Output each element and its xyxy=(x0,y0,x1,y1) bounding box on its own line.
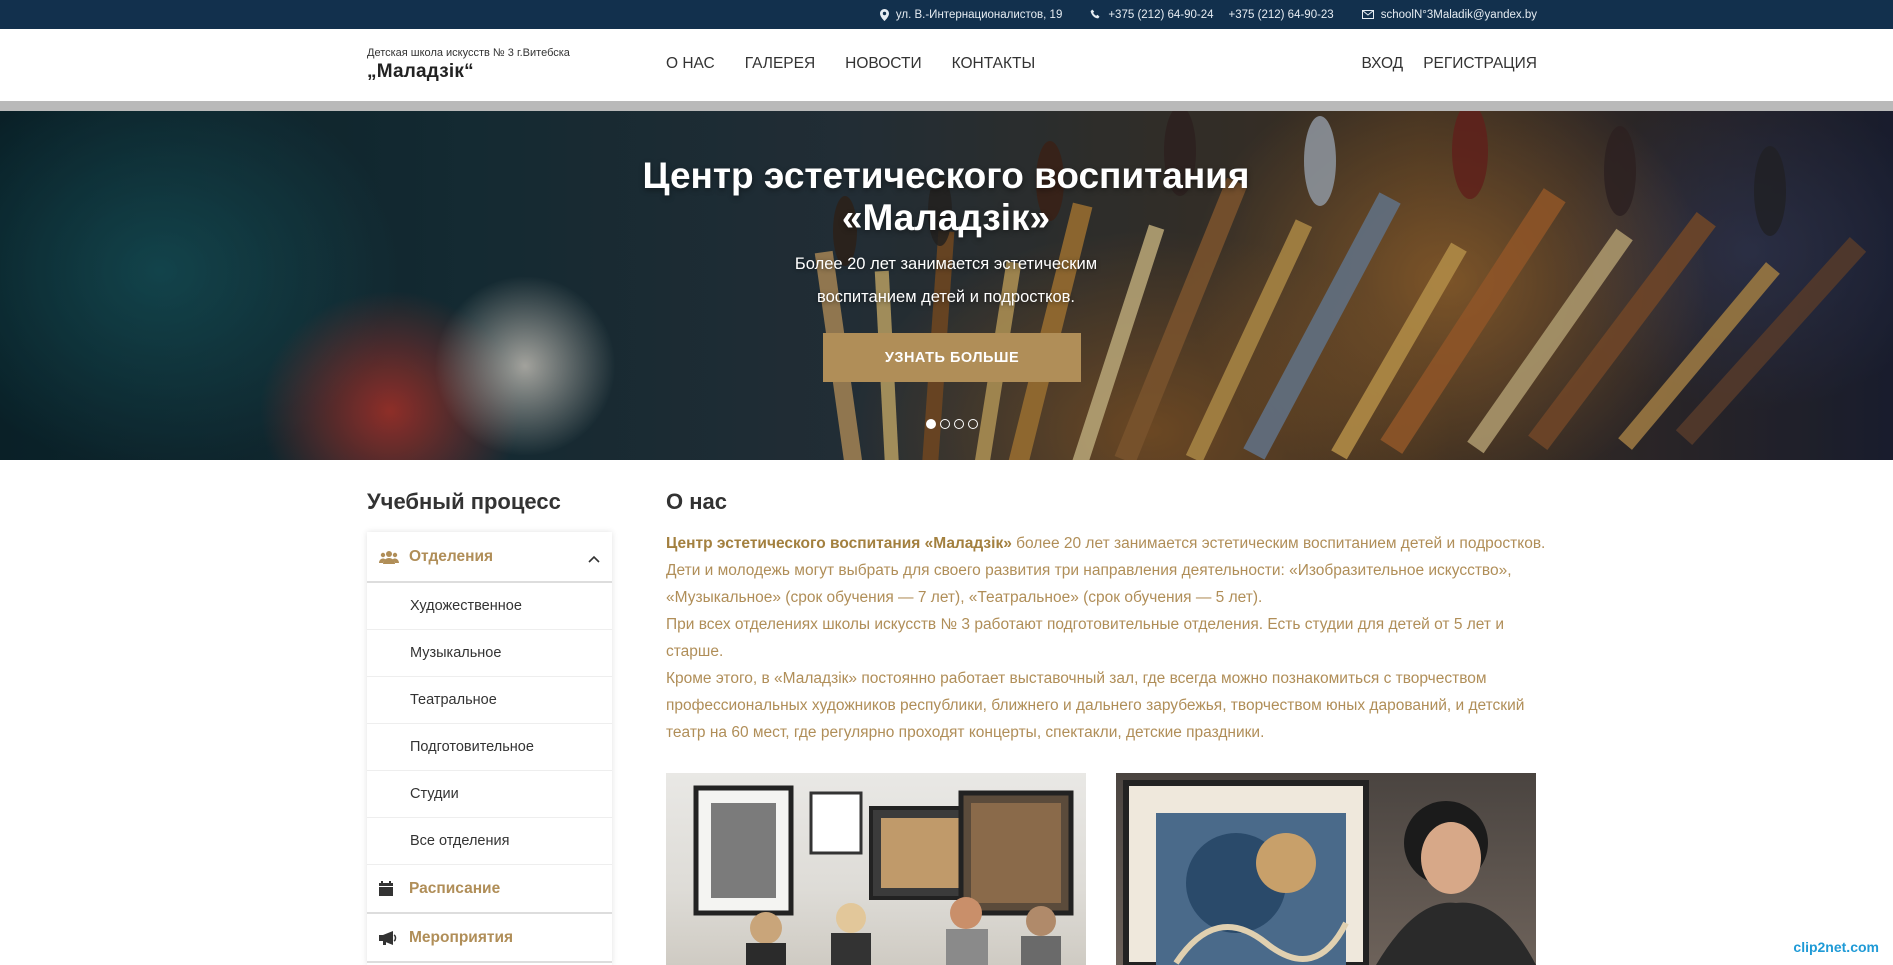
envelope-icon xyxy=(1361,10,1374,19)
phone-1[interactable]: +375 (212) 64-90-24 xyxy=(1108,9,1213,21)
top-info-bar: ул. В.-Интернационалистов, 19 +375 (212)… xyxy=(0,0,1893,29)
about-text: Центр эстетического воспитания «Маладзік… xyxy=(666,530,1546,746)
phone-item[interactable]: +375 (212) 64-90-24 +375 (212) 64-90-23 xyxy=(1090,9,1334,21)
sidebar-section-label: Отделения xyxy=(409,547,494,565)
sidebar-item-schedule[interactable]: Расписание xyxy=(367,865,612,914)
hero-sub-line1: Более 20 лет занимается эстетическим xyxy=(794,255,1098,273)
login-link[interactable]: ВХОД xyxy=(1361,55,1403,73)
nav-gallery[interactable]: ГАЛЕРЕЯ xyxy=(745,55,815,73)
register-link[interactable]: РЕГИСТРАЦИЯ xyxy=(1423,55,1537,73)
hero-title-line1: Центр эстетического воспитания xyxy=(642,155,1250,196)
logo-subtitle: Детская школа искусств № 3 г.Витебска xyxy=(367,47,570,59)
nav-about[interactable]: О НАС xyxy=(666,55,715,73)
sidebar-item-theatre[interactable]: Театральное xyxy=(367,677,612,724)
slider-dot-4[interactable] xyxy=(968,419,978,429)
hero-subtitle: Более 20 лет занимается эстетическим вос… xyxy=(746,248,1146,314)
hero-slider: Центр эстетического воспитания «Маладзік… xyxy=(0,111,1893,460)
hero-title: Центр эстетического воспитания «Маладзік… xyxy=(546,155,1346,239)
gallery-photo-exhibition[interactable] xyxy=(666,773,1086,965)
hero-title-line2: «Маладзік» xyxy=(841,197,1051,238)
nav-contacts[interactable]: КОНТАКТЫ xyxy=(952,55,1036,73)
about-title: О нас xyxy=(666,489,727,514)
site-logo[interactable]: Детская школа искусств № 3 г.Витебска „М… xyxy=(367,47,570,83)
email-item[interactable]: schoolN°3Maladik@yandex.by xyxy=(1361,9,1537,21)
sidebar-menu: Отделения Художественное Музыкальное Теа… xyxy=(367,532,612,965)
email-text[interactable]: schoolN°3Maladik@yandex.by xyxy=(1381,9,1537,21)
phone-2[interactable]: +375 (212) 64-90-23 xyxy=(1229,9,1334,21)
about-lead-bold: Центр эстетического воспитания «Маладзік… xyxy=(666,535,1012,552)
hero-sub-line2: воспитанием детей и подростков. xyxy=(816,288,1075,306)
schedule-label: Расписание xyxy=(409,879,501,897)
calendar-icon xyxy=(379,881,399,896)
watermark: clip2net.com xyxy=(1793,939,1879,955)
address-item: ул. В.-Интернационалистов, 19 xyxy=(879,8,1063,21)
phone-icon xyxy=(1090,9,1100,19)
gallery-photo-artist[interactable] xyxy=(1116,773,1536,965)
slider-dot-2[interactable] xyxy=(940,419,950,429)
site-header: Детская школа искусств № 3 г.Витебска „М… xyxy=(0,29,1893,101)
main-nav: О НАС ГАЛЕРЕЯ НОВОСТИ КОНТАКТЫ xyxy=(666,55,1035,73)
chevron-up-icon[interactable] xyxy=(588,550,600,568)
sidebar-item-all[interactable]: Все отделения xyxy=(367,818,612,865)
sidebar-item-studios[interactable]: Студии xyxy=(367,771,612,818)
logo-title: „Маладзік“ xyxy=(367,61,474,82)
sidebar-section-departments[interactable]: Отделения xyxy=(367,532,612,583)
sidebar-item-music[interactable]: Музыкальное xyxy=(367,630,612,677)
header-divider xyxy=(0,101,1893,111)
megaphone-icon xyxy=(379,930,399,945)
about-paragraph-3: При всех отделениях школы искусств № 3 р… xyxy=(666,616,1504,660)
sidebar-item-events[interactable]: Мероприятия xyxy=(367,914,612,963)
location-icon xyxy=(879,8,889,21)
events-label: Мероприятия xyxy=(409,928,514,946)
about-lead-rest: более 20 лет занимается эстетическим вос… xyxy=(1011,535,1546,552)
auth-nav: ВХОД РЕГИСТРАЦИЯ xyxy=(1361,55,1537,73)
about-paragraph-4: Кроме этого, в «Маладзік» постоянно рабо… xyxy=(666,670,1525,741)
sidebar-item-art[interactable]: Художественное xyxy=(367,583,612,630)
about-paragraph-2: Дети и молодежь могут выбрать для своего… xyxy=(666,562,1512,606)
nav-news[interactable]: НОВОСТИ xyxy=(845,55,921,73)
sidebar-title: Учебный процесс xyxy=(367,489,561,514)
sidebar-item-preparatory[interactable]: Подготовительное xyxy=(367,724,612,771)
learn-more-button[interactable]: УЗНАТЬ БОЛЬШЕ xyxy=(823,333,1081,382)
slider-dots xyxy=(926,419,978,429)
about-paragraph-1: Центр эстетического воспитания «Маладзік… xyxy=(666,530,1546,557)
users-icon xyxy=(379,550,399,564)
address-text: ул. В.-Интернационалистов, 19 xyxy=(895,8,1063,21)
slider-dot-3[interactable] xyxy=(954,419,964,429)
slider-dot-1[interactable] xyxy=(926,419,936,429)
